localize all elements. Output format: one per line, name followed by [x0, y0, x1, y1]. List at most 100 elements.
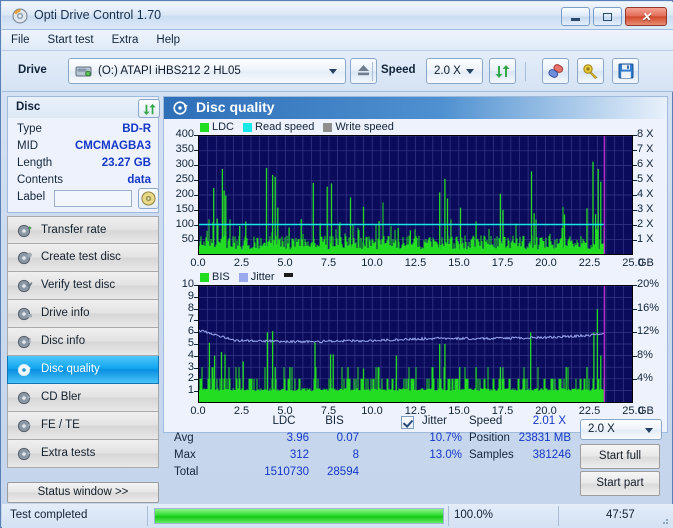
disc-refresh-button[interactable]	[138, 99, 160, 118]
y-axis-tick: 9	[187, 289, 194, 302]
sidebar-item-label: Disc quality	[41, 363, 100, 375]
sidebar-item-label: Transfer rate	[41, 224, 107, 236]
ldc-chart-plot	[198, 135, 633, 255]
y-axis-tick: 10	[181, 278, 194, 290]
sidebar-item-disc-info[interactable]: Disc info	[7, 328, 159, 356]
y-axis-tick: 50	[181, 233, 194, 245]
maximize-button[interactable]	[593, 7, 622, 26]
x-axis-tick: 20.0	[535, 257, 557, 269]
y-axis-tickmark	[194, 165, 198, 166]
drive-label: Drive	[18, 64, 47, 76]
refresh-icon	[143, 103, 156, 116]
sidebar-item-cd-bler[interactable]: CD Bler	[7, 384, 159, 412]
eject-icon	[358, 65, 369, 76]
y-axis-tick: 150	[175, 203, 194, 215]
stats-row-label-total: Total	[174, 466, 199, 478]
y-axis-tick: 8	[187, 301, 194, 314]
sidebar-item-create-test-disc[interactable]: Create test disc	[7, 244, 159, 272]
y2-axis-tick: 6 X	[637, 158, 654, 170]
legend-swatch-jitter	[238, 272, 248, 282]
drive-icon	[75, 64, 92, 82]
disc-value: CMCMAGBA3	[74, 140, 151, 152]
bis-chart-legend: BIS Jitter	[200, 271, 281, 283]
menu-item-start-test[interactable]: Start test	[39, 32, 103, 48]
stats-max-ldc: 312	[289, 449, 309, 461]
wrench-icon	[583, 64, 598, 79]
legend-swatch-ldc	[200, 122, 209, 132]
settings-button[interactable]	[577, 58, 604, 84]
y-axis-tickmark	[194, 150, 198, 151]
menu-item-help[interactable]: Help	[147, 32, 189, 48]
disc-value: BD-R	[122, 123, 151, 135]
drive-select[interactable]: (O:) ATAPI iHBS212 2 HL05	[68, 58, 346, 84]
x-axis-tick: 2.5	[233, 405, 250, 417]
disc-speed-icon	[17, 223, 33, 239]
minimize-button[interactable]	[561, 7, 590, 26]
legend-label-bis: BIS	[212, 271, 230, 283]
y2-axis-tick: 8 X	[637, 128, 654, 140]
sidebar-item-fe-te[interactable]: FE / TE	[7, 412, 159, 440]
stats-row-label-avg: Avg	[174, 432, 194, 444]
sidebar-item-label: CD Bler	[41, 391, 82, 403]
status-bar: Test completed 100.0% 47:57	[2, 504, 673, 528]
sidebar-item-verify-test-disc[interactable]: Verify test disc	[7, 272, 159, 300]
stats-header-bis: BIS	[325, 415, 344, 427]
legend-extra-marker	[284, 273, 293, 277]
start-full-button[interactable]: Start full	[580, 444, 660, 469]
stats-total-bis: 28594	[327, 466, 359, 478]
disc-label-button[interactable]	[138, 188, 159, 209]
sidebar-item-disc-quality[interactable]: Disc quality	[7, 356, 159, 384]
refresh-button[interactable]	[489, 58, 516, 84]
disc-row-contents: Contents data	[8, 174, 160, 191]
samples-stat-value: 381246	[532, 449, 571, 461]
sidebar-item-extra-tests[interactable]: Extra tests	[7, 440, 159, 468]
read-speed-select[interactable]: 2.0 X	[580, 419, 662, 440]
menu-bar: File Start test Extra Help	[2, 30, 673, 51]
jitter-checkbox[interactable]	[401, 416, 414, 429]
app-window: Opti Drive Control 1.70 ✕ File Start tes…	[0, 0, 673, 528]
status-window-button[interactable]: Status window >>	[7, 482, 159, 503]
x-axis-tick: 17.5	[491, 257, 514, 269]
position-stat-value: 23831 MB	[518, 432, 571, 444]
y-axis-tick: 100	[175, 218, 194, 230]
panel-header: Disc quality	[164, 97, 667, 119]
stats-max-jitter: 13.0%	[429, 449, 462, 461]
erase-button[interactable]	[542, 58, 569, 84]
y-axis-tickmark	[194, 320, 198, 322]
disc-key: Type	[17, 123, 42, 135]
jitter-label: Jitter	[422, 415, 447, 427]
y-axis-tickmark	[194, 240, 198, 241]
save-icon	[618, 63, 634, 79]
start-part-button[interactable]: Start part	[580, 471, 660, 496]
close-button[interactable]: ✕	[625, 7, 667, 26]
x-axis-unit-label: GB	[638, 405, 654, 417]
sidebar-item-drive-info[interactable]: Drive info	[7, 300, 159, 328]
menu-item-file[interactable]: File	[2, 32, 39, 48]
minimize-icon	[571, 18, 580, 21]
sidebar-item-transfer-rate[interactable]: Transfer rate	[7, 216, 159, 244]
disc-extra-icon	[17, 446, 33, 462]
y2-axis-tickmark	[633, 355, 637, 357]
menu-item-extra[interactable]: Extra	[103, 32, 148, 48]
save-button[interactable]	[612, 58, 639, 84]
sidebar-item-label: Extra tests	[41, 447, 96, 459]
y-axis-tick: 4	[187, 348, 194, 361]
legend-swatch-bis	[200, 272, 209, 282]
disc-value: 23.27 GB	[101, 157, 151, 169]
disc-label-input[interactable]	[54, 190, 132, 207]
y2-axis-tickmark	[633, 210, 637, 211]
x-axis-tick: 12.5	[404, 257, 427, 269]
y-axis-tick: 250	[175, 173, 194, 185]
resize-grip[interactable]	[659, 515, 669, 525]
y2-axis-tickmark	[633, 195, 637, 196]
drive-value: (O:) ATAPI iHBS212 2 HL05	[98, 65, 241, 77]
y-axis-tickmark	[194, 344, 198, 345]
progress-fill	[155, 509, 443, 523]
sidebar-nav: Transfer rate Create test disc Verify te…	[7, 216, 159, 468]
y2-axis-tick: 7 X	[637, 143, 654, 155]
y2-axis-tick: 3 X	[637, 203, 654, 215]
speed-select[interactable]: 2.0 X	[426, 58, 483, 84]
title-bar: Opti Drive Control 1.70 ✕	[2, 2, 673, 30]
sidebar-item-label: Verify test disc	[41, 279, 116, 291]
x-axis-tick: 7.5	[320, 257, 337, 269]
